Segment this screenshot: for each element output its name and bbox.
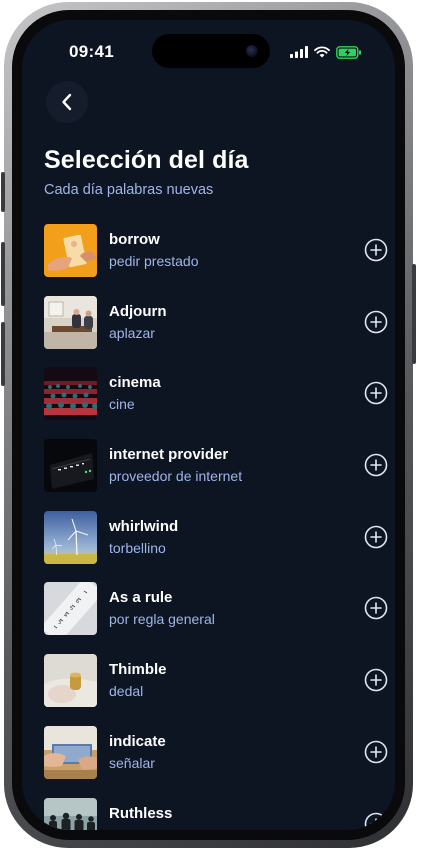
word-label: Adjourn	[109, 302, 167, 320]
word-text: borrow pedir prestado	[109, 231, 199, 270]
translation-label: pedir prestado	[109, 253, 199, 269]
word-label: Ruthless	[109, 804, 173, 822]
as-a-rule-thumbnail: 3456	[44, 582, 97, 636]
translation-label: dedal	[109, 683, 144, 700]
dynamic-island	[152, 34, 270, 68]
word-label: As a rule	[109, 589, 173, 607]
word-label: internet provider	[109, 446, 229, 464]
translation-label: proveedor de internet	[109, 468, 243, 485]
internet-provider-thumbnail	[44, 439, 97, 493]
svg-text:3: 3	[58, 620, 61, 626]
word-label: cinema	[109, 374, 161, 392]
word-row-indicate[interactable]: indicate señalar	[44, 725, 395, 797]
status-icons	[290, 45, 362, 59]
borrow-thumbnail	[44, 224, 97, 277]
translation-label: cine	[109, 396, 135, 413]
plus-circle-icon[interactable]	[364, 596, 388, 620]
plus-circle-icon[interactable]	[364, 812, 388, 831]
word-text: cinema cine	[109, 374, 161, 413]
app-screen: 09:41 Selección del día Cada día palabra…	[22, 20, 395, 830]
page-subtitle: Cada día palabras nuevas	[44, 182, 214, 198]
word-label: whirlwind	[109, 517, 179, 535]
adjourn-thumbnail	[44, 295, 97, 349]
front-camera	[246, 45, 258, 57]
translation-label: señalar	[109, 754, 155, 771]
status-bar: 09:41	[22, 20, 395, 76]
word-text: indicate señalar	[109, 733, 166, 772]
translation-label: por regla general	[109, 611, 215, 628]
plus-circle-icon[interactable]	[364, 740, 388, 764]
cellular-signal-icon	[290, 46, 308, 58]
plus-circle-icon[interactable]	[364, 453, 388, 477]
thimble-thumbnail	[44, 654, 97, 708]
battery-charging-icon	[336, 45, 361, 59]
word-text: Ruthless despiadado	[109, 805, 181, 831]
phone-bezel: 09:41 Selección del día Cada día palabra…	[12, 10, 405, 840]
word-row-ruthless[interactable]: Ruthless despiadado	[44, 797, 395, 831]
word-list: borrow pedir prestado Adjourn aplazar ci…	[44, 223, 395, 830]
page-title: Selección del día	[44, 146, 249, 174]
translation-label: aplazar	[109, 324, 155, 341]
plus-circle-icon[interactable]	[364, 381, 388, 405]
translation-label: despiadado	[109, 826, 181, 831]
plus-circle-icon[interactable]	[364, 525, 388, 549]
word-text: Adjourn aplazar	[109, 303, 167, 342]
power-button	[412, 264, 416, 364]
word-row-thimble[interactable]: Thimble dedal	[44, 653, 395, 725]
svg-text:6: 6	[76, 599, 79, 605]
word-row-borrow[interactable]: borrow pedir prestado	[44, 223, 395, 295]
volume-up-button	[1, 242, 5, 306]
status-time: 09:41	[69, 42, 114, 61]
volume-down-button	[1, 322, 5, 386]
chevron-left-icon	[62, 93, 72, 111]
word-text: internet provider proveedor de internet	[109, 446, 242, 485]
word-row-adjourn[interactable]: Adjourn aplazar	[44, 295, 395, 367]
word-text: As a rule por regla general	[109, 589, 215, 628]
action-button	[1, 172, 5, 212]
svg-text:5: 5	[70, 606, 73, 612]
indicate-thumbnail	[44, 725, 97, 779]
cinema-thumbnail	[44, 367, 97, 421]
word-text: Thimble dedal	[109, 661, 167, 700]
plus-circle-icon[interactable]	[364, 310, 388, 334]
plus-circle-icon[interactable]	[364, 668, 388, 692]
phone-frame: 09:41 Selección del día Cada día palabra…	[1, 2, 416, 848]
word-row-cinema[interactable]: cinema cine	[44, 366, 395, 438]
ruthless-thumbnail	[44, 797, 97, 830]
word-text: whirlwind torbellino	[109, 518, 178, 557]
svg-text:4: 4	[64, 613, 67, 619]
word-label: indicate	[109, 732, 166, 750]
word-row-whirlwind[interactable]: whirlwind torbellino	[44, 510, 395, 582]
word-label: borrow	[109, 231, 160, 248]
translation-label: torbellino	[109, 539, 166, 556]
whirlwind-thumbnail	[44, 510, 97, 564]
word-label: Thimble	[109, 661, 167, 679]
back-button[interactable]	[46, 81, 88, 123]
word-row-as-a-rule[interactable]: 3456 As a rule por regla general	[44, 581, 395, 653]
wifi-icon	[314, 46, 330, 58]
word-row-internet-provider[interactable]: internet provider proveedor de internet	[44, 438, 395, 510]
plus-circle-icon[interactable]	[364, 238, 388, 262]
